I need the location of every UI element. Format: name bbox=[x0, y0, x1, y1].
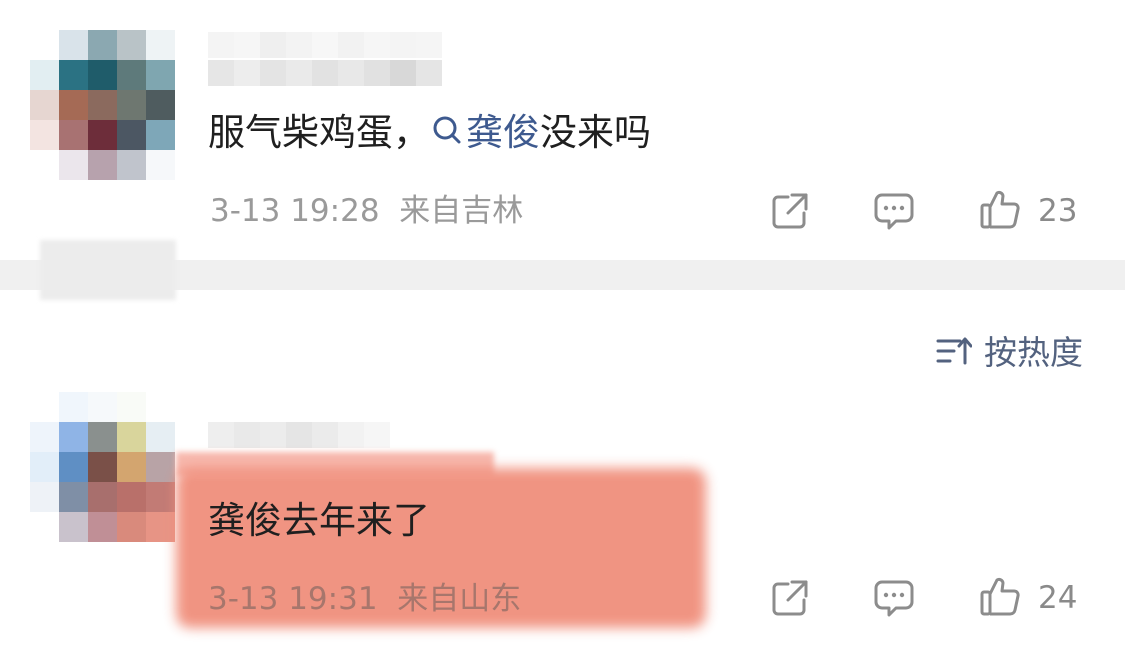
comment-time: 3-13 19:31 bbox=[208, 581, 378, 617]
comment-text: 服气柴鸡蛋， 龚俊没来吗 bbox=[208, 110, 651, 158]
avatar[interactable] bbox=[30, 392, 175, 542]
comment-location: 来自吉林 bbox=[399, 193, 524, 229]
sort-icon bbox=[936, 335, 973, 371]
username-blurred-line bbox=[208, 60, 442, 86]
comment-icon bbox=[872, 189, 916, 233]
topic-link[interactable]: 龚俊 bbox=[430, 111, 540, 154]
comment-icon bbox=[872, 576, 916, 620]
like-button[interactable] bbox=[978, 574, 1022, 618]
like-count: 24 bbox=[1038, 580, 1078, 616]
share-button[interactable] bbox=[768, 189, 812, 233]
sort-label: 按热度 bbox=[984, 333, 1083, 372]
comment-time: 3-13 19:28 bbox=[210, 193, 380, 229]
username-blurred[interactable] bbox=[208, 32, 442, 58]
comment-button[interactable] bbox=[872, 576, 916, 620]
comment-text: 龚俊去年来了 bbox=[208, 499, 430, 542]
topic-text: 龚俊 bbox=[466, 111, 540, 154]
username-blurred[interactable] bbox=[208, 422, 390, 448]
comment-text-prefix: 服气柴鸡蛋， bbox=[208, 111, 430, 154]
share-icon bbox=[768, 576, 812, 620]
comment-location: 来自山东 bbox=[397, 581, 522, 617]
avatar[interactable] bbox=[30, 30, 175, 180]
like-button[interactable] bbox=[978, 187, 1022, 231]
search-icon bbox=[430, 112, 464, 158]
comment-meta: 3-13 19:31 来自山东 bbox=[208, 580, 521, 618]
thumbs-up-icon bbox=[978, 187, 1022, 231]
share-icon bbox=[768, 189, 812, 233]
share-button[interactable] bbox=[768, 576, 812, 620]
comment-text-suffix: 没来吗 bbox=[540, 111, 651, 154]
like-count: 23 bbox=[1038, 193, 1078, 229]
thumbs-up-icon bbox=[978, 574, 1022, 618]
sort-toggle[interactable]: 按热度 bbox=[936, 332, 1083, 374]
comment-meta: 3-13 19:28 来自吉林 bbox=[210, 192, 523, 230]
comment-button[interactable] bbox=[872, 189, 916, 233]
blurred-block bbox=[40, 240, 176, 300]
